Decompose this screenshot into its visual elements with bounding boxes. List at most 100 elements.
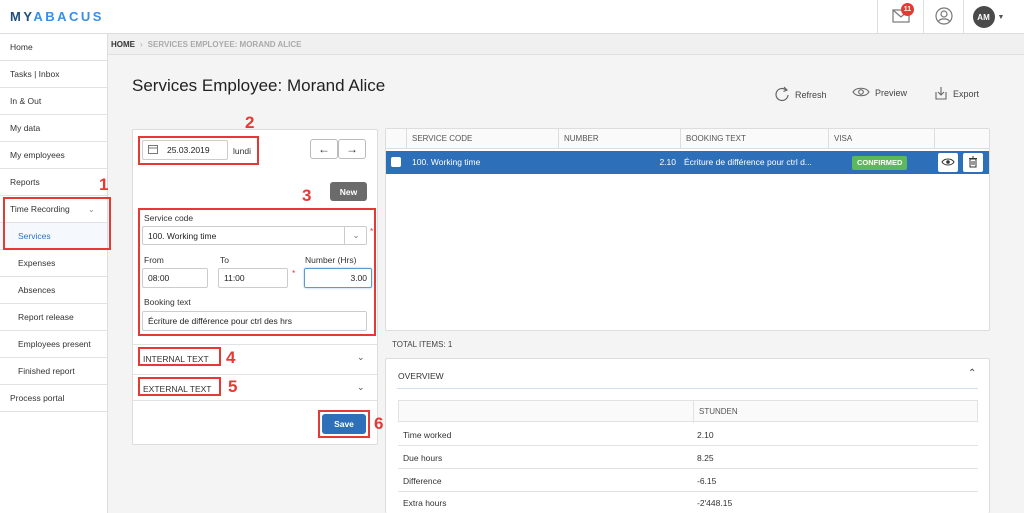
user-circle-icon (934, 7, 953, 27)
annotation-number-5: 5 (228, 377, 238, 396)
trash-icon (968, 156, 978, 170)
row-booking-text: Écriture de différence pour ctrl d... (684, 157, 812, 167)
overview-label: Extra hours (403, 498, 447, 508)
sidebar-item-tasks-inbox[interactable]: Tasks | Inbox (0, 61, 107, 88)
arrow-right-icon: → (346, 142, 358, 156)
to-label: To (220, 255, 229, 265)
status-badge: CONFIRMED (852, 156, 908, 170)
annotation-box-5 (138, 377, 221, 396)
total-items: TOTAL ITEMS: 1 (392, 340, 453, 349)
chevron-down-icon: ⌄ (357, 352, 365, 362)
annotation-number-2: 2 (245, 113, 255, 132)
refresh-button[interactable]: Refresh (774, 86, 827, 104)
sidebar-item-expenses[interactable]: Expenses (0, 250, 107, 277)
sidebar-item-my-employees[interactable]: My employees (0, 142, 107, 169)
table-row: Extra hours -2'448.15 (398, 492, 978, 513)
table-row: Due hours 8.25 (398, 447, 978, 469)
annotation-box-2 (138, 136, 259, 165)
row-number: 2.10 (659, 157, 676, 167)
overview-value: 2.10 (697, 430, 714, 440)
column-header-booking-text[interactable]: BOOKING TEXT (680, 129, 828, 149)
annotation-number-6: 6 (374, 414, 384, 433)
sidebar-item-report-release[interactable]: Report release (0, 304, 107, 331)
sidebar-item-absences[interactable]: Absences (0, 277, 107, 304)
overview-value: 8.25 (697, 453, 714, 463)
next-day-button[interactable]: → (338, 139, 366, 159)
top-bar: MYABACUS 11 AM ▼ (0, 0, 1024, 34)
annotation-box-4 (138, 347, 221, 366)
overview-label: Time worked (403, 430, 452, 440)
refresh-label: Refresh (795, 90, 827, 100)
from-label: From (144, 255, 164, 265)
app-logo[interactable]: MYABACUS (10, 9, 104, 24)
eye-icon (941, 157, 955, 169)
sidebar-item-employees-present[interactable]: Employees present (0, 331, 107, 358)
overview-header-row: STUNDEN (398, 400, 978, 423)
sidebar-item-in-out[interactable]: In & Out (0, 88, 107, 115)
sidebar-item-reports[interactable]: Reports (0, 169, 107, 196)
preview-label: Preview (875, 88, 908, 98)
mail-count-badge: 11 (901, 3, 914, 16)
to-input[interactable]: 11:00 (218, 268, 288, 288)
chevron-down-icon: ⌄ (357, 382, 365, 392)
row-checkbox[interactable] (391, 157, 401, 167)
table-row[interactable]: 100. Working time 2.10 Écriture de diffé… (386, 151, 989, 174)
number-hours-input[interactable]: 3.00 (304, 268, 372, 288)
overview-label: Due hours (403, 453, 443, 463)
table-row: Difference -6.15 (398, 470, 978, 492)
annotation-number-1: 1 (99, 175, 109, 194)
preview-button[interactable]: Preview (852, 86, 907, 100)
overview-divider (397, 388, 978, 389)
sidebar-item-finished-report[interactable]: Finished report (0, 358, 107, 385)
booking-text-input[interactable]: Écriture de différence pour ctrl des hrs (142, 311, 367, 331)
column-header-number[interactable]: NUMBER (558, 129, 680, 149)
eye-icon (852, 86, 870, 100)
from-input[interactable]: 08:00 (142, 268, 208, 288)
chevron-up-icon[interactable]: ⌃ (968, 368, 976, 379)
chevron-down-icon: ⌄ (344, 227, 367, 244)
delete-row-button[interactable] (963, 153, 983, 172)
sidebar-item-home[interactable]: Home (0, 34, 107, 61)
annotation-box-6 (318, 410, 370, 438)
view-row-button[interactable] (938, 153, 958, 172)
number-label: Number (Hrs) (305, 255, 357, 265)
overview-title[interactable]: OVERVIEW (398, 371, 444, 381)
annotation-box-1 (3, 197, 111, 250)
export-icon (934, 86, 948, 102)
required-mark: * (292, 268, 296, 278)
breadcrumb-home[interactable]: HOME (111, 40, 135, 49)
overview-value: -6.15 (697, 476, 717, 486)
overview-column-header: STUNDEN (693, 401, 738, 423)
new-button[interactable]: New (330, 182, 367, 201)
refresh-icon (774, 86, 790, 104)
chevron-down-icon: ▼ (997, 13, 1005, 21)
account-menu[interactable]: AM ▼ (963, 0, 1013, 34)
service-code-select[interactable]: 100. Working time ⌄ (142, 226, 367, 245)
sidebar-item-my-data[interactable]: My data (0, 115, 107, 142)
overview-label: Difference (403, 476, 442, 486)
column-header-actions (934, 129, 989, 149)
previous-day-button[interactable]: ← (310, 139, 338, 159)
breadcrumb-separator-icon: › (140, 40, 143, 49)
required-mark: * (370, 226, 374, 236)
sidebar: Home Tasks | Inbox In & Out My data My e… (0, 34, 108, 513)
export-label: Export (953, 89, 980, 99)
arrow-left-icon: ← (318, 142, 330, 156)
page-title: Services Employee: Morand Alice (132, 76, 386, 95)
booking-text-label: Booking text (144, 297, 191, 307)
service-code-label: Service code (144, 213, 194, 223)
mail-button[interactable]: 11 (877, 0, 923, 34)
breadcrumb-current: SERVICES EMPLOYEE: MORAND ALICE (147, 40, 302, 49)
annotation-number-3: 3 (302, 186, 312, 205)
annotation-number-4: 4 (226, 348, 236, 367)
export-button[interactable]: Export (934, 86, 979, 102)
column-header-service-code[interactable]: SERVICE CODE (406, 129, 558, 149)
column-header-visa[interactable]: VISA (828, 129, 934, 149)
overview-value: -2'448.15 (697, 498, 733, 508)
avatar: AM (972, 6, 995, 28)
sidebar-item-process-portal[interactable]: Process portal (0, 385, 107, 412)
profile-button[interactable] (923, 0, 963, 34)
breadcrumb: HOME › SERVICES EMPLOYEE: MORAND ALICE (108, 34, 1024, 55)
service-code-value: 100. Working time (148, 230, 217, 241)
row-service-code: 100. Working time (412, 157, 481, 167)
